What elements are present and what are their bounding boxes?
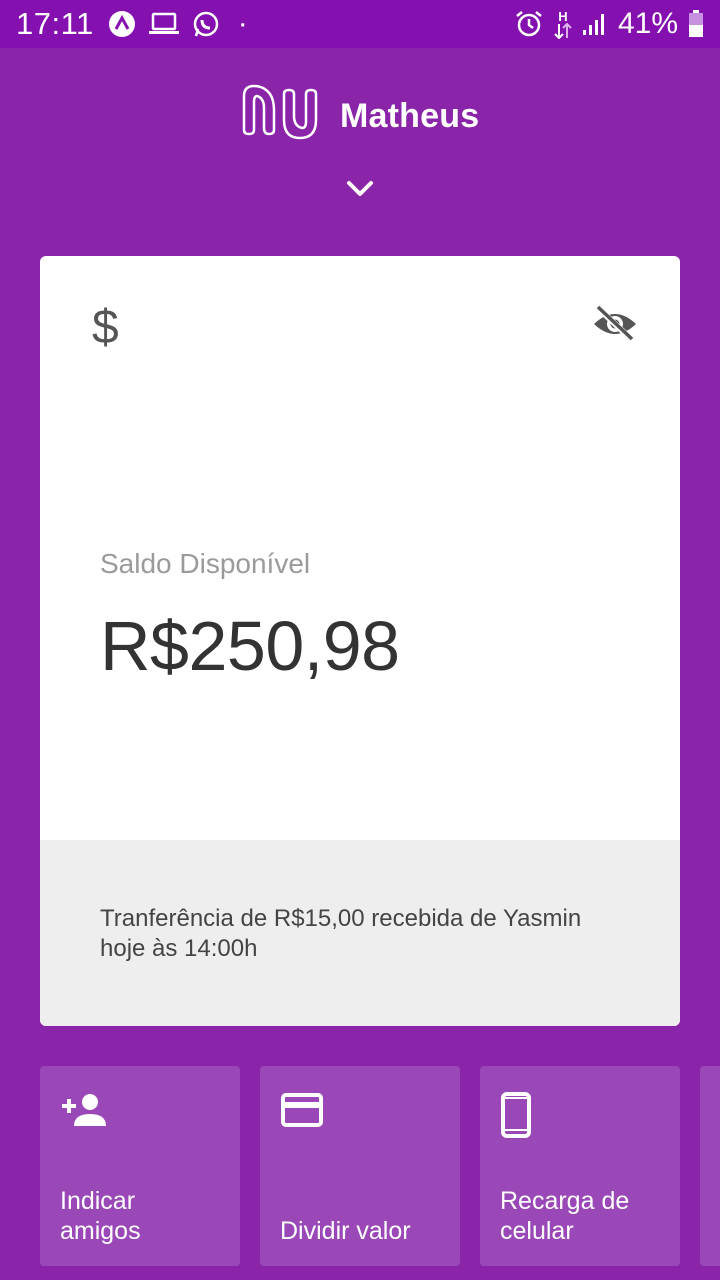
shortcut-label-line: Dividir valor: [280, 1217, 411, 1245]
data-arrows-icon: H: [554, 10, 572, 39]
recent-transaction: Tranferência de R$15,00 recebida de Yasm…: [100, 904, 640, 964]
transaction-text: Tranferência de R$15,00 recebida de Yasm…: [100, 905, 582, 932]
battery-icon: [688, 10, 704, 38]
transaction-time: hoje às 14:00h: [100, 935, 258, 962]
balance-label: Saldo Disponível: [100, 548, 311, 579]
card-icon: [280, 1092, 324, 1133]
shortcut-partial[interactable]: [700, 1066, 720, 1266]
dollar-icon: $: [92, 301, 119, 354]
chevron-down-icon[interactable]: [346, 180, 374, 203]
user-name: Matheus: [340, 97, 480, 135]
shortcut-label-line: celular: [500, 1217, 574, 1245]
header: Matheus: [0, 48, 720, 256]
battery-percent: 41%: [617, 7, 678, 40]
whatsapp-icon: [192, 10, 220, 38]
shortcut-label: Recarga de celular: [500, 1186, 670, 1246]
shortcuts-row: Indicar amigos Dividir valor Recarga de …: [0, 1066, 720, 1280]
card-footer[interactable]: Tranferência de R$15,00 recebida de Yasm…: [40, 840, 680, 1026]
laptop-icon: [148, 11, 180, 37]
status-dot: ·: [237, 7, 248, 40]
account-card[interactable]: $ Saldo Disponível R$250,98 Tranferência…: [40, 256, 680, 1026]
shortcut-label-line: amigos: [60, 1217, 141, 1245]
shortcut-phone-recharge[interactable]: Recarga de celular: [480, 1066, 680, 1266]
phone-icon: [500, 1092, 532, 1143]
shortcut-split-value[interactable]: Dividir valor: [260, 1066, 460, 1266]
signal-icon: [582, 12, 608, 36]
balance-value: R$250,98: [100, 607, 400, 685]
network-type-label: H: [558, 8, 568, 24]
shortcut-refer-friends[interactable]: Indicar amigos: [40, 1066, 240, 1266]
shortcut-label-line: Indicar: [60, 1187, 136, 1215]
status-time: 17:11: [16, 6, 94, 41]
add-person-icon: [60, 1092, 108, 1133]
app-icon: [108, 10, 136, 38]
nu-logo: [240, 82, 324, 147]
shortcut-label: Indicar amigos: [60, 1186, 230, 1246]
status-bar: 17:11 · H 41%: [0, 0, 720, 48]
brand: Matheus: [240, 82, 479, 147]
alarm-icon: [514, 9, 544, 39]
shortcut-label: Dividir valor: [280, 1216, 450, 1246]
eye-off-icon[interactable]: [592, 304, 638, 349]
shortcut-label-line: Recarga de: [500, 1187, 630, 1215]
